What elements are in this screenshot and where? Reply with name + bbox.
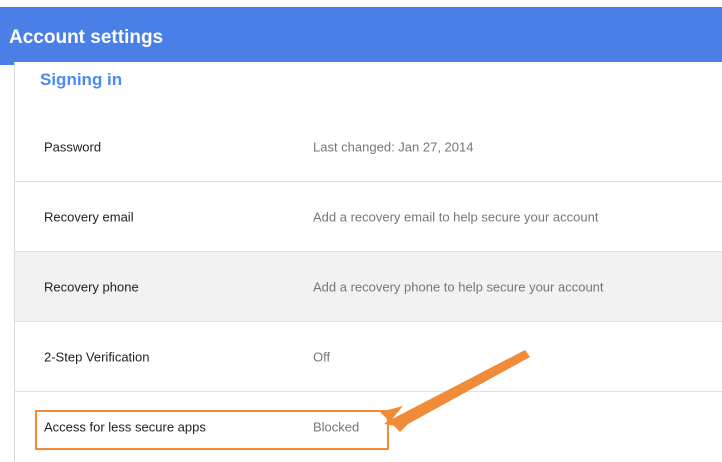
setting-row-2-step-verification[interactable]: 2-Step Verification Off xyxy=(15,322,722,392)
setting-value-less-secure-apps: Blocked xyxy=(313,419,360,435)
header-bar: Account settings xyxy=(0,7,722,65)
setting-row-recovery-phone[interactable]: Recovery phone Add a recovery phone to h… xyxy=(15,252,722,322)
setting-value-recovery-phone: Add a recovery phone to help secure your… xyxy=(313,279,604,294)
setting-label-password: Password xyxy=(44,139,102,154)
account-settings-screen: Account settings Signing in Password Las… xyxy=(0,0,722,462)
setting-value-password: Last changed: Jan 27, 2014 xyxy=(313,139,474,154)
section-title-signing-in: Signing in xyxy=(40,70,123,89)
setting-label-2-step-verification: 2-Step Verification xyxy=(44,349,150,364)
setting-label-less-secure-apps: Access for less secure apps xyxy=(44,419,206,435)
settings-card: Signing in Password Last changed: Jan 27… xyxy=(14,62,722,462)
setting-row-recovery-email[interactable]: Recovery email Add a recovery email to h… xyxy=(15,182,722,252)
page-title: Account settings xyxy=(9,27,164,48)
setting-label-recovery-phone: Recovery phone xyxy=(44,279,139,294)
setting-label-recovery-email: Recovery email xyxy=(44,209,134,224)
setting-row-password[interactable]: Password Last changed: Jan 27, 2014 xyxy=(15,112,722,182)
setting-value-2-step-verification: Off xyxy=(313,349,331,364)
setting-value-recovery-email: Add a recovery email to help secure your… xyxy=(313,209,599,224)
setting-row-less-secure-apps[interactable]: Access for less secure apps Blocked xyxy=(15,392,722,462)
